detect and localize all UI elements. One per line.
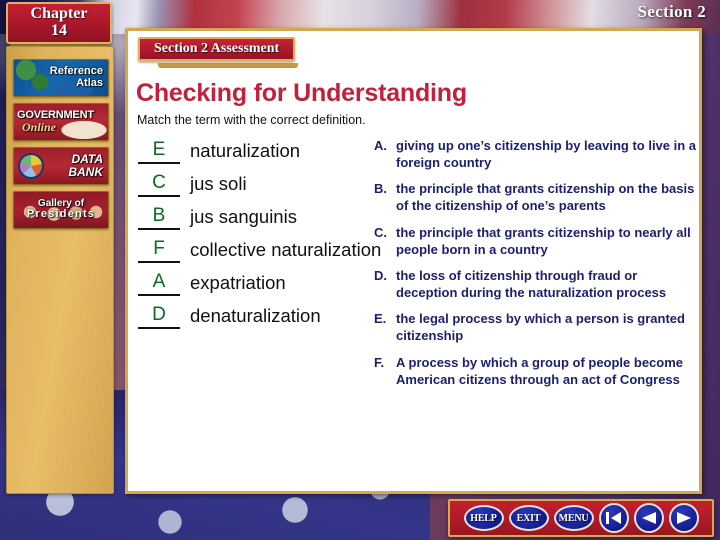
page-subtitle: Match the term with the correct definiti…: [137, 113, 366, 127]
sidebar-item-reference-atlas[interactable]: Reference Atlas: [13, 59, 109, 97]
definition-row: B. the principle that grants citizenship…: [374, 180, 700, 214]
page-title: Checking for Understanding: [136, 79, 467, 107]
term-label: expatriation: [190, 272, 286, 293]
section-label: Section 2: [637, 2, 706, 21]
assessment-banner-tab: [158, 63, 298, 68]
exit-button[interactable]: EXIT: [508, 505, 549, 531]
help-button[interactable]: HELP: [463, 505, 504, 531]
chapter-word: Chapter: [30, 5, 88, 23]
first-slide-button[interactable]: [598, 503, 629, 533]
answer-blank[interactable]: F: [138, 238, 180, 263]
definition-row: C. the principle that grants citizenship…: [374, 224, 700, 258]
answer-blank[interactable]: C: [138, 172, 180, 197]
reference-atlas-line1: Reference: [49, 65, 103, 78]
definition-row: D. the loss of citizenship through fraud…: [374, 267, 700, 301]
definition-row: A. giving up one’s citizenship by leavin…: [374, 137, 700, 171]
term-row: A expatriation: [138, 271, 388, 296]
definition-text: giving up one’s citizenship by leaving t…: [396, 138, 697, 171]
definition-row: F. A process by which a group of people …: [374, 354, 700, 388]
chapter-banner: Chapter 14: [6, 2, 112, 44]
navigation-bar: HELP EXIT MENU: [448, 499, 714, 537]
definition-text: the principle that grants citizenship on…: [396, 181, 695, 214]
content-panel: Section 2 Assessment Checking for Unders…: [125, 28, 702, 494]
sidebar-item-label: Gallery of Presidents: [14, 198, 108, 222]
term-row: D denaturalization: [138, 304, 388, 329]
sidebar-item-government-online[interactable]: GOVERNMENT Online: [13, 103, 109, 141]
definitions-list: A. giving up one’s citizenship by leavin…: [374, 137, 700, 397]
pie-chart-icon: [18, 153, 44, 179]
definition-letter: A.: [374, 138, 387, 153]
term-row: B jus sanguinis: [138, 205, 388, 230]
terms-list: E naturalization C jus soli B jus sangui…: [138, 139, 388, 337]
government-online-line2: Online: [22, 120, 57, 135]
definition-letter: E.: [374, 311, 387, 327]
previous-slide-button[interactable]: [633, 503, 664, 533]
chapter-number: 14: [51, 22, 67, 39]
sidebar-item-label: DATA BANK: [44, 153, 108, 178]
sidebar-item-data-bank[interactable]: DATA BANK: [13, 147, 109, 185]
menu-button[interactable]: MENU: [553, 505, 594, 531]
reference-atlas-line2: Atlas: [76, 77, 103, 89]
slide-stage: Chapter 14 Section 2 Reference Atlas GOV…: [0, 0, 720, 540]
sidebar-item-gallery-of-presidents[interactable]: Gallery of Presidents: [13, 191, 109, 229]
answer-blank[interactable]: D: [138, 304, 180, 329]
sidebar-item-label: Reference Atlas: [14, 65, 108, 90]
term-row: C jus soli: [138, 172, 388, 197]
definition-letter: D.: [374, 267, 387, 283]
term-row: F collective naturalization: [138, 238, 388, 263]
definition-text: the principle that grants citizenship to…: [396, 224, 691, 257]
definition-letter: B.: [374, 181, 387, 197]
first-arrow-icon: [605, 512, 621, 524]
next-slide-button[interactable]: [668, 503, 699, 533]
definition-letter: C.: [374, 224, 387, 240]
definition-letter: F.: [374, 354, 385, 370]
assessment-banner: Section 2 Assessment: [138, 37, 296, 61]
definition-text: the loss of citizenship through fraud or…: [396, 267, 667, 301]
data-bank-line2: BANK: [68, 165, 103, 179]
gallery-presidents-line2: Presidents: [26, 208, 96, 221]
right-arrow-icon: [676, 512, 691, 524]
definition-text: A process by which a group of people bec…: [396, 354, 684, 387]
answer-blank[interactable]: E: [138, 139, 180, 164]
definition-text: the legal process by which a person is g…: [396, 311, 685, 344]
sidebar-item-label: GOVERNMENT Online: [14, 109, 108, 135]
sidebar: Reference Atlas GOVERNMENT Online DATA B…: [6, 46, 114, 494]
term-label: denaturalization: [190, 305, 321, 326]
definition-row: E. the legal process by which a person i…: [374, 310, 700, 344]
answer-blank[interactable]: A: [138, 271, 180, 296]
term-row: E naturalization: [138, 139, 388, 164]
left-arrow-icon: [641, 512, 656, 524]
term-label: naturalization: [190, 140, 301, 161]
term-label: jus soli: [190, 173, 247, 194]
term-label: collective naturalization: [190, 239, 382, 260]
answer-blank[interactable]: B: [138, 205, 180, 230]
term-label: jus sanguinis: [190, 206, 297, 227]
